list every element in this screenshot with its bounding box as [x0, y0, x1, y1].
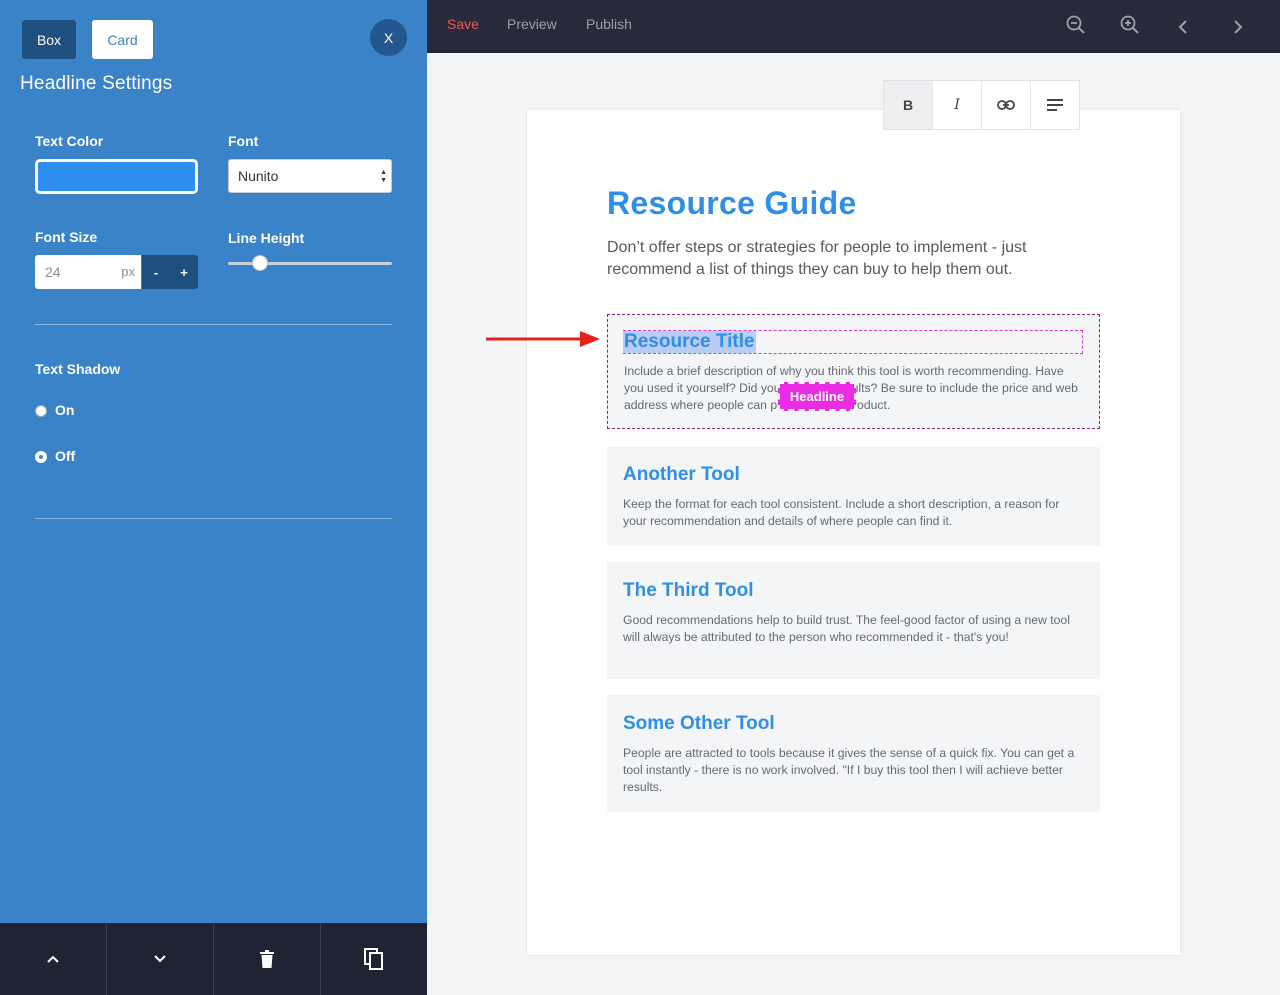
link-icon — [997, 100, 1015, 110]
resource-card-selected[interactable]: Resource Title Include a brief descripti… — [607, 314, 1100, 429]
line-height-slider-handle[interactable] — [252, 255, 268, 271]
card-body[interactable]: People are attracted to tools because it… — [623, 745, 1078, 796]
chevron-down-icon — [154, 955, 166, 963]
resource-card[interactable]: Another Tool Keep the format for each to… — [607, 447, 1100, 546]
chevron-right-icon[interactable] — [1232, 19, 1244, 35]
chevron-up-icon — [47, 955, 59, 963]
settings-panel: Box Card X Headline Settings Text Color … — [0, 0, 427, 995]
text-color-label: Text Color — [35, 133, 104, 149]
resource-card[interactable]: Some Other Tool People are attracted to … — [607, 695, 1100, 812]
zoom-in-icon[interactable] — [1120, 15, 1140, 37]
font-select-value: Nunito — [238, 168, 279, 184]
card-body[interactable]: Good recommendations help to build trust… — [623, 612, 1078, 646]
panel-footer — [0, 923, 427, 995]
text-color-picker[interactable] — [35, 159, 198, 194]
text-shadow-on-radio[interactable] — [35, 405, 47, 417]
tab-card[interactable]: Card — [92, 20, 153, 59]
copy-icon — [364, 948, 383, 970]
preview-link[interactable]: Preview — [507, 16, 557, 32]
italic-button[interactable]: I — [933, 81, 982, 129]
line-height-label: Line Height — [228, 230, 305, 246]
headline-badge: Headline — [778, 382, 856, 411]
text-shadow-off-radio[interactable] — [35, 451, 47, 463]
font-size-unit: px — [121, 264, 135, 279]
select-arrows-icon: ▲ ▼ — [380, 169, 387, 184]
text-shadow-on-label[interactable]: On — [55, 402, 74, 418]
delete-button[interactable] — [214, 923, 321, 995]
bold-button[interactable]: B — [884, 81, 933, 129]
chevron-left-icon[interactable] — [1177, 19, 1189, 35]
trash-icon — [260, 950, 274, 968]
tab-box[interactable]: Box — [22, 20, 76, 59]
format-toolbar: B I — [883, 80, 1080, 130]
card-body[interactable]: Keep the format for each tool consistent… — [623, 496, 1078, 530]
color-swatch — [40, 164, 193, 189]
divider — [35, 324, 392, 325]
resource-title-headline[interactable]: Resource Title — [623, 331, 756, 353]
card-title[interactable]: Some Other Tool — [623, 713, 775, 735]
align-left-icon — [1047, 99, 1063, 111]
font-select[interactable]: Nunito ▲ ▼ — [228, 159, 392, 193]
save-link[interactable]: Save — [447, 16, 479, 32]
font-size-decrement-button[interactable]: - — [142, 255, 170, 289]
link-button[interactable] — [982, 81, 1031, 129]
divider — [35, 518, 392, 519]
panel-title: Headline Settings — [20, 73, 173, 94]
card-title[interactable]: Another Tool — [623, 464, 740, 486]
font-size-input[interactable]: 24 px — [35, 255, 141, 289]
zoom-out-icon[interactable] — [1066, 15, 1086, 37]
top-bar: Save Preview Publish — [427, 0, 1280, 53]
card-title[interactable]: The Third Tool — [623, 580, 754, 602]
font-size-value: 24 — [45, 264, 61, 280]
move-up-button[interactable] — [0, 923, 107, 995]
font-label: Font — [228, 133, 259, 149]
page-intro[interactable]: Don’t offer steps or strategies for peop… — [607, 237, 1077, 281]
text-shadow-off-label[interactable]: Off — [55, 448, 75, 464]
page-title[interactable]: Resource Guide — [607, 185, 857, 222]
align-button[interactable] — [1031, 81, 1079, 129]
text-shadow-label: Text Shadow — [35, 361, 121, 377]
close-button[interactable]: X — [370, 19, 407, 56]
font-size-increment-button[interactable]: + — [170, 255, 198, 289]
font-size-label: Font Size — [35, 229, 98, 245]
resource-card[interactable]: The Third Tool Good recommendations help… — [607, 562, 1100, 679]
arrow-pointer-icon — [486, 331, 600, 347]
move-down-button[interactable] — [107, 923, 214, 995]
publish-link[interactable]: Publish — [586, 16, 632, 32]
duplicate-button[interactable] — [321, 923, 427, 995]
